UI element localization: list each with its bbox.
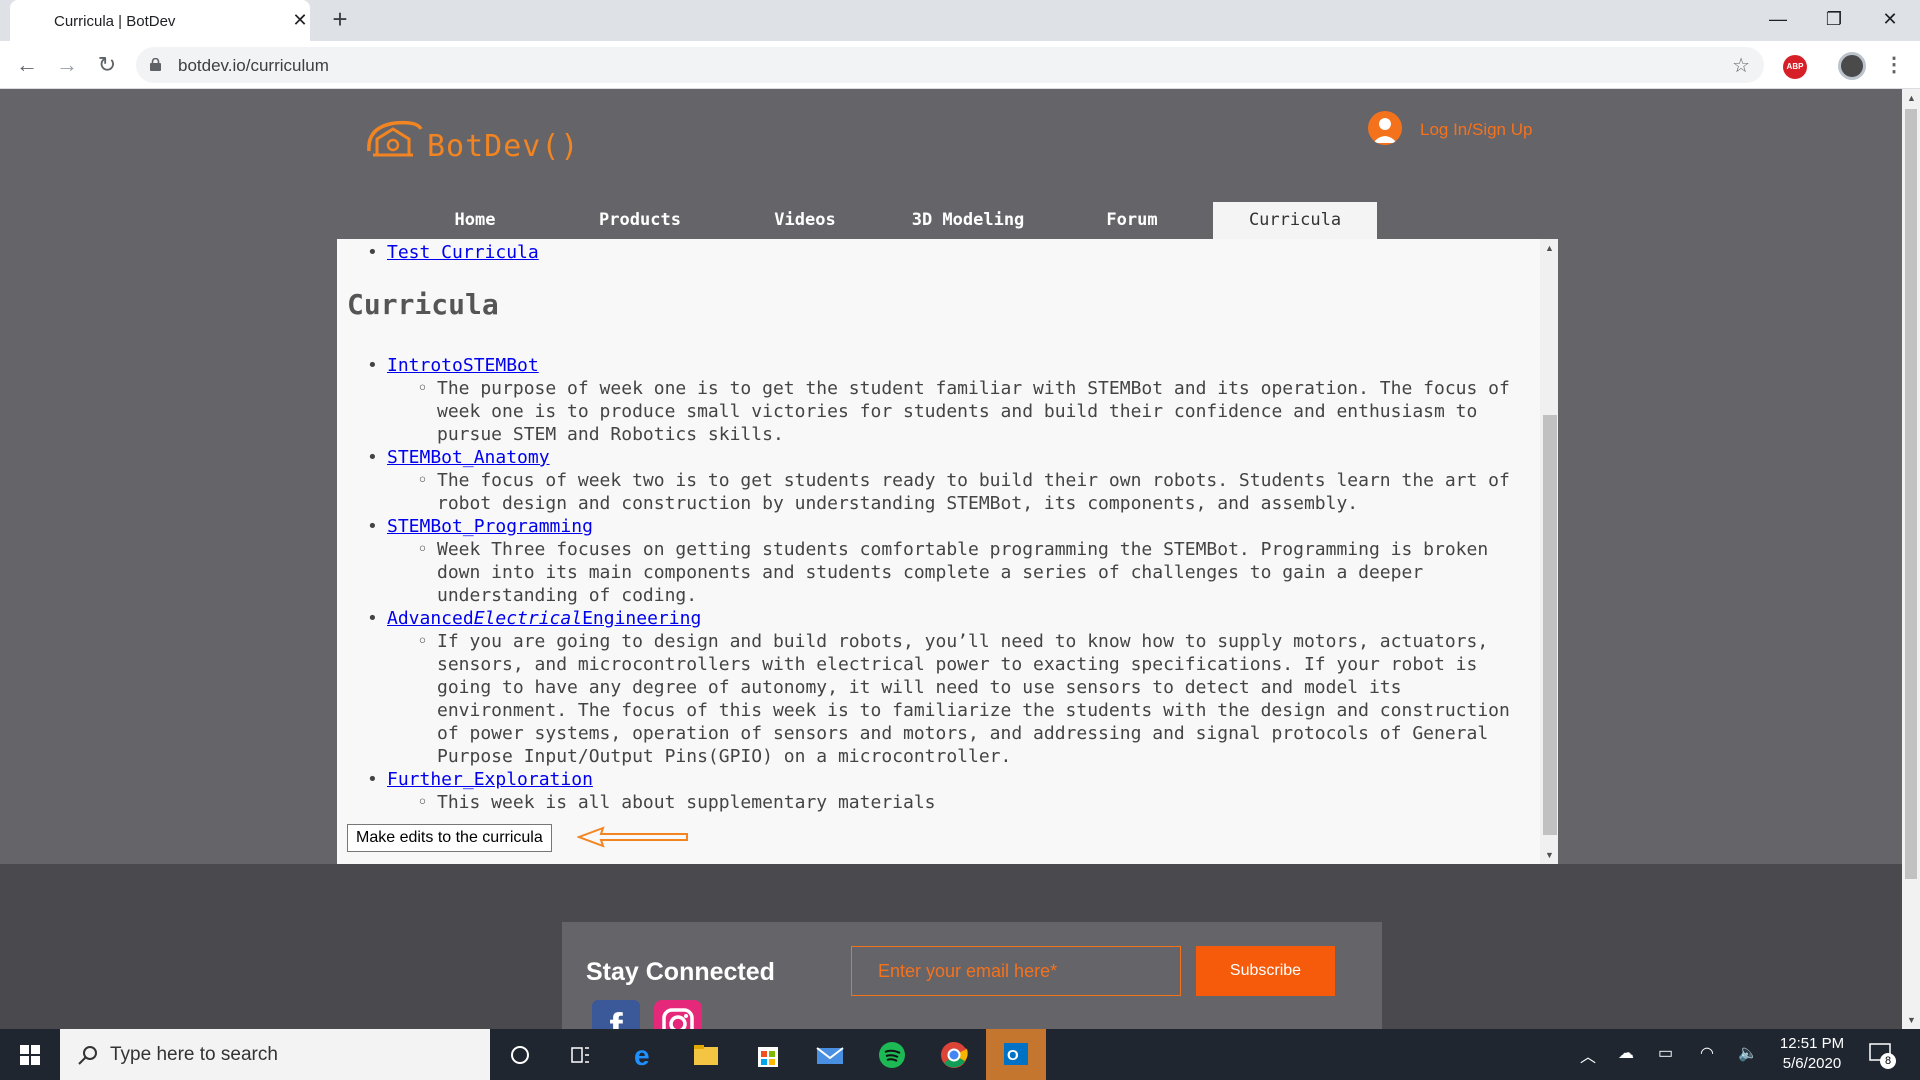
windows-start-icon[interactable]: [0, 1029, 60, 1080]
stay-connected-heading: Stay Connected: [586, 958, 775, 986]
nav-products[interactable]: Products: [570, 202, 710, 239]
facebook-icon[interactable]: f: [592, 1000, 640, 1029]
task-view-icon[interactable]: [562, 1037, 598, 1073]
curriculum-link-intro[interactable]: IntrotoSTEMBot: [387, 355, 539, 376]
curriculum-link-programming[interactable]: STEMBot_Programming: [387, 516, 593, 537]
scroll-up-icon[interactable]: ▲: [1545, 243, 1554, 253]
instagram-icon[interactable]: [654, 1000, 702, 1029]
curriculum-description: ◦ If you are going to design and build ro…: [417, 631, 1510, 767]
adblock-icon[interactable]: ABP: [1783, 55, 1807, 79]
list-item: • Further_Exploration: [367, 769, 593, 790]
page-scrollbar[interactable]: ▲ ▼: [1902, 89, 1920, 1029]
bookmark-star-icon[interactable]: ☆: [1732, 53, 1750, 78]
page-title: Curricula: [347, 288, 499, 321]
chrome-icon[interactable]: [936, 1037, 972, 1073]
botdev-logo[interactable]: BotDev(): [365, 113, 585, 173]
nav-videos[interactable]: Videos: [735, 202, 875, 239]
list-item: • AdvancedElectricalEngineering: [367, 608, 702, 629]
svg-text:e: e: [634, 1040, 650, 1071]
svg-text:O: O: [1007, 1047, 1019, 1064]
list-item: • STEMBot_Anatomy: [367, 447, 550, 468]
curriculum-link-anatomy[interactable]: STEMBot_Anatomy: [387, 447, 550, 468]
test-curricula-link[interactable]: Test Curricula: [387, 242, 539, 263]
curriculum-description: ◦ Week Three focuses on getting students …: [417, 539, 1489, 606]
menu-icon[interactable]: ⋮: [1884, 51, 1904, 79]
restore-icon[interactable]: ❐: [1814, 6, 1854, 32]
url-text: botdev.io/curriculum: [178, 56, 329, 75]
minimize-icon[interactable]: —: [1758, 6, 1798, 32]
curriculum-description: ◦ The focus of week two is to get student…: [417, 470, 1510, 514]
close-window-icon[interactable]: ✕: [1870, 6, 1910, 32]
list-item: • IntrotoSTEMBot: [367, 355, 539, 376]
nav-curricula[interactable]: Curricula: [1213, 202, 1377, 239]
clock-date: 5/6/2020: [1782, 1055, 1842, 1072]
scroll-thumb[interactable]: [1543, 415, 1557, 835]
curriculum-link-electrical[interactable]: AdvancedElectricalEngineering: [387, 608, 701, 629]
onedrive-icon[interactable]: ☁: [1618, 1043, 1634, 1063]
browser-toolbar: ← → ↻ botdev.io/curriculum ☆ ABP ⋮: [0, 41, 1920, 89]
site-footer: Stay Connected Subscribe f: [0, 864, 1902, 1029]
curricula-list: • IntrotoSTEMBot ◦ The purpose of week one…: [367, 354, 1537, 814]
curriculum-description: ◦ The purpose of week one is to get the s…: [417, 378, 1510, 445]
browser-tab-strip: Curricula | BotDev ✕ + — ❐ ✕: [0, 0, 1920, 41]
outlook-icon[interactable]: O: [986, 1029, 1046, 1080]
tab-title: Curricula | BotDev: [54, 13, 176, 30]
store-icon[interactable]: [750, 1037, 786, 1073]
battery-icon[interactable]: ▭: [1658, 1043, 1673, 1063]
edit-curricula-button[interactable]: Make edits to the curricula: [347, 824, 552, 852]
curriculum-description: ◦ This week is all about supplementary ma…: [417, 792, 936, 813]
list-item: • Test Curricula: [367, 242, 539, 263]
forward-icon[interactable]: →: [52, 51, 82, 81]
nav-3d-modeling[interactable]: 3D Modeling: [898, 202, 1038, 239]
new-tab-icon[interactable]: +: [326, 6, 354, 34]
scroll-down-icon[interactable]: ▼: [1907, 1015, 1916, 1025]
notifications-icon[interactable]: 8: [1866, 1039, 1896, 1069]
arrow-annotation-icon: [577, 826, 688, 848]
cortana-icon[interactable]: [502, 1037, 538, 1073]
newsletter-box: Stay Connected Subscribe f: [562, 922, 1382, 1029]
system-clock[interactable]: 12:51 PM 5/6/2020: [1772, 1034, 1852, 1074]
search-icon: [78, 1046, 97, 1065]
curriculum-link-further[interactable]: Further_Exploration: [387, 769, 593, 790]
search-placeholder: Type here to search: [110, 1044, 278, 1065]
nav-home[interactable]: Home: [405, 202, 545, 239]
email-field[interactable]: [851, 946, 1181, 996]
logo-icon: [367, 120, 423, 157]
back-icon[interactable]: ←: [12, 51, 42, 81]
file-explorer-icon[interactable]: [688, 1037, 724, 1073]
scroll-thumb[interactable]: [1905, 109, 1917, 879]
address-bar[interactable]: botdev.io/curriculum ☆: [136, 47, 1764, 83]
curricula-panel: • Test Curricula Curricula • IntrotoSTEMBo…: [337, 239, 1558, 864]
wifi-icon[interactable]: ◠: [1700, 1043, 1714, 1063]
reload-icon[interactable]: ↻: [92, 51, 122, 81]
subscribe-button[interactable]: Subscribe: [1196, 946, 1335, 996]
mail-icon[interactable]: [812, 1037, 848, 1073]
spotify-icon[interactable]: [874, 1037, 910, 1073]
taskbar-search[interactable]: Type here to search: [60, 1029, 490, 1080]
login-label: Log In/Sign Up: [1420, 120, 1533, 139]
site-header: BotDev() Log In/Sign Up Home Products Vi…: [0, 89, 1902, 239]
main-nav: Home Products Videos 3D Modeling Forum C…: [0, 202, 1902, 239]
show-hidden-icons-icon[interactable]: ︿: [1580, 1043, 1596, 1067]
browser-tab[interactable]: Curricula | BotDev ✕: [10, 0, 310, 41]
scroll-down-icon[interactable]: ▼: [1545, 850, 1554, 860]
user-icon: [1368, 111, 1402, 145]
logo-text: BotDev(): [427, 129, 580, 164]
close-tab-icon[interactable]: ✕: [290, 10, 310, 30]
scroll-up-icon[interactable]: ▲: [1907, 93, 1916, 103]
panel-scrollbar[interactable]: ▲ ▼: [1540, 239, 1558, 864]
profile-avatar[interactable]: [1838, 52, 1866, 80]
page-viewport: BotDev() Log In/Sign Up Home Products Vi…: [0, 89, 1902, 1029]
volume-icon[interactable]: 🔈: [1738, 1043, 1758, 1063]
notification-badge: 8: [1880, 1053, 1896, 1069]
nav-forum[interactable]: Forum: [1062, 202, 1202, 239]
windows-taskbar: Type here to search e O ︿ ☁ ▭ ◠ 🔈 12:51 …: [0, 1029, 1920, 1080]
clock-time: 12:51 PM: [1779, 1035, 1845, 1052]
curricula-content: • Test Curricula Curricula • IntrotoSTEMBo…: [337, 239, 1537, 864]
list-item: • STEMBot_Programming: [367, 516, 593, 537]
lock-icon: [150, 58, 161, 71]
edge-icon[interactable]: e: [626, 1037, 662, 1073]
